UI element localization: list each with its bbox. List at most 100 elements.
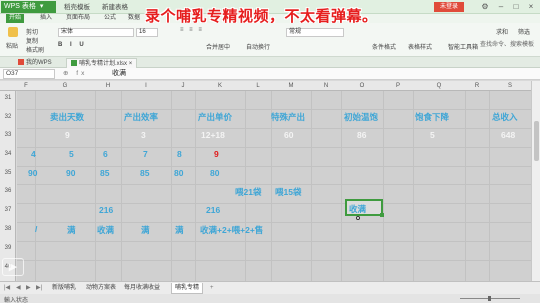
cell-efficiency-value[interactable]: 3 xyxy=(141,130,146,140)
bold-italic-underline-buttons[interactable]: B I U xyxy=(58,42,87,48)
wps-app-menu-button[interactable]: WPS 表格 ▾ xyxy=(1,1,56,13)
cell-r38[interactable]: 满 xyxy=(175,224,184,236)
auto-wrap-button[interactable]: 自动换行 xyxy=(246,42,270,51)
name-box[interactable]: O37 xyxy=(3,69,55,79)
tab-insert[interactable]: 插入 xyxy=(40,14,52,23)
cell-r34[interactable]: 6 xyxy=(103,149,108,159)
row-header[interactable]: 31 xyxy=(0,95,16,101)
selected-cell[interactable]: 收满 xyxy=(345,199,384,217)
column-header[interactable]: L xyxy=(245,81,271,91)
cell-r35[interactable]: 80 xyxy=(210,168,219,178)
doc-tab-workbook[interactable]: 哺乳专精计划.xlsx × xyxy=(66,58,138,68)
sheet-tab[interactable]: 动物方案表 xyxy=(86,283,116,294)
column-header[interactable]: O xyxy=(341,81,383,91)
font-size-select[interactable]: 16 xyxy=(136,28,158,37)
formula-input[interactable]: 收满 xyxy=(112,69,126,79)
column-header[interactable]: S xyxy=(489,81,531,91)
prev-sheet-icon[interactable]: ◀ xyxy=(16,283,21,294)
row-header[interactable]: 36 xyxy=(0,188,16,194)
column-header[interactable]: K xyxy=(195,81,245,91)
cell-r37[interactable]: 216 xyxy=(99,205,113,215)
format-painter-button[interactable]: 格式刷 xyxy=(26,45,44,54)
cell-total-income-header[interactable]: 总收入 xyxy=(492,111,518,123)
column-header[interactable]: Q xyxy=(413,81,465,91)
copy-button[interactable]: 复制 xyxy=(26,36,38,45)
fill-handle[interactable] xyxy=(380,213,384,217)
cell-r38-formula[interactable]: 收满+2+喂+2+售 xyxy=(200,224,263,236)
table-style-button[interactable]: 表格样式 xyxy=(408,42,432,51)
cell-r35[interactable]: 85 xyxy=(140,168,149,178)
formula-icons[interactable]: ⊕ fx xyxy=(63,69,87,77)
cell-feed-15-bags[interactable]: 喂15袋 xyxy=(275,186,301,198)
row-header[interactable]: 38 xyxy=(0,226,16,232)
cell-output-efficiency-header[interactable]: 产出效率 xyxy=(124,111,158,123)
sum-button[interactable]: 求和 xyxy=(496,27,508,36)
tab-home[interactable]: 开始 xyxy=(6,14,25,23)
vertical-scrollbar[interactable] xyxy=(531,81,540,281)
cell-satiety-value[interactable]: 86 xyxy=(357,130,366,140)
tab-formula[interactable]: 公式 xyxy=(104,14,116,23)
row-header[interactable]: 35 xyxy=(0,170,16,176)
cell-special-value[interactable]: 60 xyxy=(284,130,293,140)
cell-r37[interactable]: 216 xyxy=(206,205,220,215)
cell-r38[interactable]: 满 xyxy=(141,224,150,236)
paste-button[interactable]: 粘贴 xyxy=(6,41,18,50)
tab-data[interactable]: 数据 xyxy=(128,14,140,23)
scrollbar-thumb[interactable] xyxy=(534,121,539,161)
column-header[interactable]: R xyxy=(465,81,489,91)
last-sheet-icon[interactable]: ▶| xyxy=(36,283,42,294)
add-sheet-icon[interactable]: + xyxy=(210,283,214,294)
minimize-icon[interactable]: – xyxy=(494,1,508,13)
align-buttons[interactable]: ≡ ≡ ≡ xyxy=(180,27,204,33)
cell-feed-21-bags[interactable]: 喂21袋 xyxy=(235,186,261,198)
doc-tab-my-wps[interactable]: 我的WPS xyxy=(14,58,56,68)
tab-new-sheet[interactable]: 新建表格 xyxy=(102,2,128,13)
row-header[interactable]: 39 xyxy=(0,245,16,251)
column-header[interactable]: M xyxy=(271,81,311,91)
row-header[interactable]: 34 xyxy=(0,151,16,157)
row-header[interactable]: 37 xyxy=(0,207,16,213)
cell-r34[interactable]: 8 xyxy=(177,149,182,159)
cell-output-price-header[interactable]: 产出单价 xyxy=(198,111,232,123)
filter-button[interactable]: 筛选 xyxy=(518,27,530,36)
cell-hunger-decline-header[interactable]: 饱食下降 xyxy=(415,111,449,123)
sheet-grid[interactable]: 卖出天数 产出效率 产出单价 特殊产出 初始温饱 饱食下降 总收入 9 3 12… xyxy=(17,91,531,281)
column-header[interactable]: J xyxy=(171,81,195,91)
cell-r38[interactable]: 收满 xyxy=(97,224,114,236)
cell-r35[interactable]: 90 xyxy=(66,168,75,178)
search-commands-input[interactable]: 查找命令、搜索模板 xyxy=(480,39,534,48)
cell-days-sold-value[interactable]: 9 xyxy=(65,130,70,140)
cell-decline-value[interactable]: 5 xyxy=(430,130,435,140)
column-header[interactable]: H xyxy=(95,81,121,91)
sheet-tab[interactable]: 新版哺乳 xyxy=(52,283,76,294)
sheet-tab[interactable]: 每月收满收益 xyxy=(124,283,160,294)
row-header[interactable]: 33 xyxy=(0,132,16,138)
cell-r34[interactable]: 5 xyxy=(69,149,74,159)
cell-r35[interactable]: 85 xyxy=(100,168,109,178)
font-name-select[interactable]: 宋体 xyxy=(58,28,134,37)
sheet-tab-active[interactable]: 哺乳专精 xyxy=(171,283,204,294)
fx-icon[interactable]: fx xyxy=(76,70,87,77)
first-sheet-icon[interactable]: |◀ xyxy=(4,283,10,294)
cell-r38[interactable]: / xyxy=(35,224,37,234)
paste-icon[interactable] xyxy=(8,27,18,37)
column-header[interactable]: F xyxy=(17,81,35,91)
login-button[interactable]: 未登录 xyxy=(434,2,464,12)
close-icon[interactable]: × xyxy=(524,1,538,13)
cell-r34[interactable]: 7 xyxy=(143,149,148,159)
cell-total-value[interactable]: 648 xyxy=(501,130,515,140)
merge-center-button[interactable]: 合并居中 xyxy=(206,42,230,51)
cell-special-output-header[interactable]: 特殊产出 xyxy=(271,111,305,123)
conditional-format-button[interactable]: 条件格式 xyxy=(372,42,396,51)
cell-price-value[interactable]: 12+18 xyxy=(201,130,225,140)
close-tab-icon[interactable]: × xyxy=(129,61,133,67)
tab-page-layout[interactable]: 页面布局 xyxy=(66,14,90,23)
next-sheet-icon[interactable]: ▶ xyxy=(26,283,31,294)
column-header[interactable]: P xyxy=(383,81,413,91)
cell-days-sold-header[interactable]: 卖出天数 xyxy=(50,111,84,123)
maximize-icon[interactable]: □ xyxy=(509,1,523,13)
column-header[interactable]: N xyxy=(311,81,341,91)
cut-button[interactable]: 剪切 xyxy=(26,27,38,36)
cell-r38[interactable]: 满 xyxy=(67,224,76,236)
column-header[interactable]: G xyxy=(35,81,95,91)
